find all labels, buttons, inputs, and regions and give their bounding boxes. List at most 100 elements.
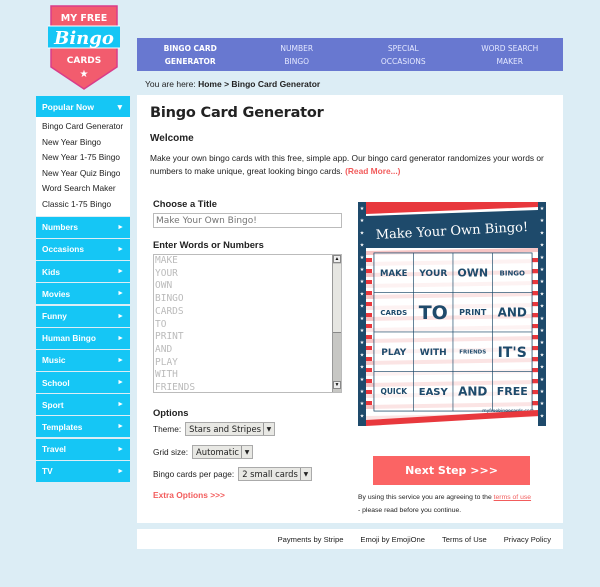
breadcrumb-current: Bingo Card Generator	[231, 79, 321, 89]
category-label: Kids	[42, 266, 60, 277]
popular-item[interactable]: New Year Quiz Bingo	[36, 166, 130, 182]
textarea-scrollbar[interactable]: ▲ ▼	[332, 255, 341, 392]
choose-title-label: Choose a Title	[153, 198, 217, 209]
footer-link-terms[interactable]: Terms of Use	[442, 535, 487, 544]
side-stripe	[366, 335, 372, 339]
chevron-right-icon: ►	[117, 312, 124, 320]
theme-label: Theme:	[153, 424, 182, 434]
side-stripe	[532, 258, 538, 262]
category-tv[interactable]: TV ►	[36, 460, 130, 482]
nav-bingo-card-generator[interactable]: Bingo Card Generator	[137, 38, 244, 71]
bingo-cell-word: TO	[419, 302, 448, 324]
nav-special-occasions[interactable]: Special Occasions	[350, 38, 457, 71]
star-icon: ★	[540, 413, 545, 419]
category-movies[interactable]: Movies ►	[36, 283, 130, 305]
terms-of-use-link[interactable]: terms of use	[494, 494, 531, 501]
footer-link-privacy[interactable]: Privacy Policy	[504, 535, 551, 544]
side-stripe	[366, 291, 372, 295]
theme-value: Stars and Stripes	[189, 424, 261, 434]
breadcrumb-prefix: You are here:	[145, 79, 199, 89]
chevron-right-icon: ►	[117, 379, 124, 387]
category-occasions[interactable]: Occasions ►	[36, 238, 130, 260]
side-stripe	[366, 401, 372, 405]
category-label: Sport	[42, 399, 64, 410]
star-icon: ★	[360, 230, 365, 236]
category-human-bingo[interactable]: Human Bingo ►	[36, 327, 130, 349]
category-music[interactable]: Music ►	[36, 349, 130, 371]
bingo-cell-word: EASY	[419, 387, 449, 398]
grid-size-value: Automatic	[196, 447, 239, 457]
site-logo[interactable]: MY FREE Bingo CARDS ★	[48, 5, 120, 90]
per-page-label: Bingo cards per page:	[153, 469, 235, 479]
grid-size-select[interactable]: Automatic ▼	[192, 445, 253, 459]
side-stripe	[532, 379, 538, 383]
star-icon: ★	[540, 206, 545, 212]
category-kids[interactable]: Kids ►	[36, 261, 130, 283]
scroll-thumb[interactable]	[333, 264, 341, 333]
scroll-down-icon[interactable]: ▼	[333, 381, 341, 389]
words-label: Enter Words or Numbers	[153, 239, 264, 250]
side-stripe	[366, 302, 372, 306]
popular-item[interactable]: New Year 1-75 Bingo	[36, 150, 130, 166]
breadcrumb-home-link[interactable]: Home	[198, 79, 222, 89]
terms-notice-suffix: - please read before you continue.	[358, 506, 462, 514]
breadcrumb: You are here: Home > Bingo Card Generato…	[145, 79, 320, 89]
side-stripe	[366, 324, 372, 328]
category-templates[interactable]: Templates ►	[36, 416, 130, 438]
side-stripe	[532, 280, 538, 284]
popular-now-toggle[interactable]: Popular Now ▼	[36, 96, 130, 117]
page-title: Bingo Card Generator	[150, 105, 324, 121]
side-stripe	[366, 368, 372, 372]
bingo-cell-word: CARDS	[380, 309, 407, 317]
nav-word-search-maker[interactable]: Word Search Maker	[457, 38, 564, 71]
bingo-cell-word: YOUR	[418, 269, 447, 279]
theme-select[interactable]: Stars and Stripes ▼	[185, 422, 275, 436]
nav-label: Word Search	[481, 43, 539, 53]
footer-link-emojione[interactable]: Emoji by EmojiOne	[360, 535, 425, 544]
nav-label: Number	[280, 43, 314, 53]
popular-item[interactable]: New Year Bingo	[36, 135, 130, 151]
side-stripe	[532, 401, 538, 405]
star-icon: ★	[360, 291, 365, 297]
popular-item[interactable]: Bingo Card Generator	[36, 119, 130, 135]
star-icon: ★	[360, 243, 365, 249]
category-funny[interactable]: Funny ►	[36, 305, 130, 327]
extra-options-link[interactable]: Extra Options >>>	[153, 490, 225, 500]
star-icon: ★	[360, 413, 365, 419]
bingo-cell-word: MAKE	[380, 269, 408, 279]
scroll-up-icon[interactable]: ▲	[333, 255, 341, 263]
per-page-select[interactable]: 2 small cards ▼	[238, 467, 312, 481]
footer-link-stripe[interactable]: Payments by Stripe	[278, 535, 344, 544]
star-icon: ★	[540, 401, 545, 407]
next-step-button[interactable]: Next Step >>>	[373, 456, 530, 485]
star-icon: ★	[540, 279, 545, 285]
nav-label: Bingo Card	[163, 43, 217, 53]
read-more-link[interactable]: (Read More...)	[345, 166, 400, 176]
words-textarea[interactable]: MAKE YOUR OWN BINGO CARDS TO PRINT AND P…	[153, 254, 342, 393]
star-icon: ★	[360, 365, 365, 371]
top-nav: Bingo Card Generator Number Bingo Special O…	[137, 38, 563, 71]
star-icon: ★	[540, 316, 545, 322]
side-stripe	[532, 291, 538, 295]
popular-item[interactable]: Word Search Maker	[36, 181, 130, 197]
side-stripe	[532, 346, 538, 350]
category-label: Templates	[42, 421, 83, 432]
star-icon: ★	[540, 377, 545, 383]
bingo-cell-word: AND	[498, 306, 527, 320]
category-travel[interactable]: Travel ►	[36, 438, 130, 460]
bingo-cell-word: OWN	[457, 267, 488, 280]
chevron-right-icon: ►	[117, 423, 124, 431]
star-icon: ★	[540, 352, 545, 358]
category-label: Numbers	[42, 222, 78, 233]
popular-list: Bingo Card Generator New Year Bingo New …	[36, 117, 130, 216]
star-icon: ★	[540, 255, 545, 261]
nav-number-bingo[interactable]: Number Bingo	[244, 38, 351, 71]
theme-row: Theme: Stars and Stripes ▼	[153, 422, 275, 436]
title-input[interactable]	[153, 213, 342, 228]
category-label: Music	[42, 355, 66, 366]
category-sport[interactable]: Sport ►	[36, 394, 130, 416]
category-school[interactable]: School ►	[36, 372, 130, 394]
category-numbers[interactable]: Numbers ►	[36, 216, 130, 238]
star-icon: ★	[540, 243, 545, 249]
popular-item[interactable]: Classic 1-75 Bingo	[36, 197, 130, 213]
